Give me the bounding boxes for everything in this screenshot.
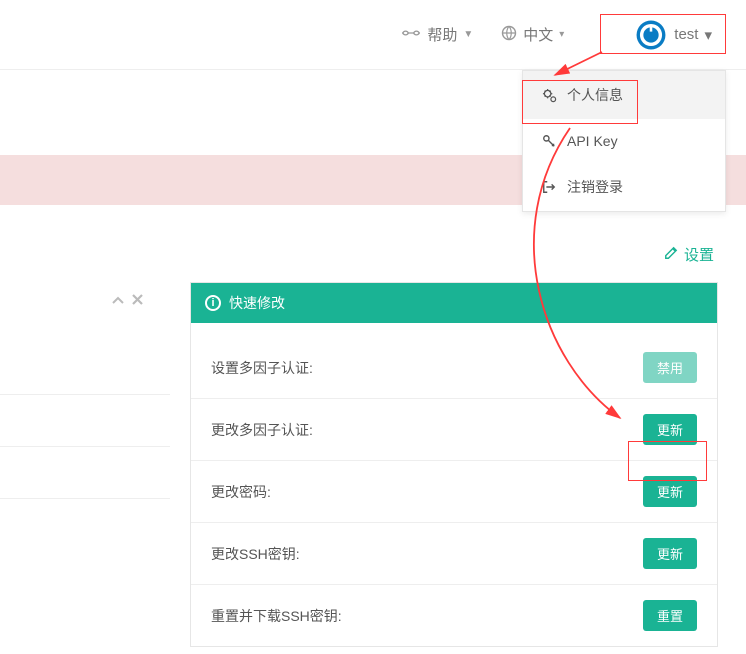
- user-dropdown: 个人信息 API Key 注销登录: [522, 70, 726, 212]
- caret-down-icon: ▾: [704, 26, 712, 44]
- row-mfa-change: 更改多因子认证: 更新: [191, 399, 717, 461]
- row-label: 更改密码:: [211, 482, 271, 502]
- gears-icon: [541, 88, 557, 103]
- settings-label-text: 设置: [684, 244, 714, 265]
- dropdown-item-apikey[interactable]: API Key: [523, 119, 725, 163]
- quick-edit-panel: i 快速修改 设置多因子认证: 禁用 更改多因子认证: 更新 更改密码: 更新 …: [190, 282, 718, 647]
- username-label: test: [674, 26, 698, 43]
- reset-button[interactable]: 重置: [643, 600, 697, 631]
- top-navbar: 帮助 ▼ 中文 ▾ test ▾: [0, 0, 746, 70]
- disable-button[interactable]: 禁用: [643, 352, 697, 383]
- collapse-icon[interactable]: [112, 292, 124, 309]
- panel-controls: [112, 292, 143, 309]
- dropdown-logout-label: 注销登录: [567, 177, 623, 197]
- row-sshkey: 更改SSH密钥: 更新: [191, 523, 717, 585]
- info-icon: i: [205, 295, 221, 311]
- row-mfa-set: 设置多因子认证: 禁用: [191, 337, 717, 399]
- user-menu[interactable]: test ▾: [630, 16, 716, 54]
- help-label: 帮助: [427, 24, 457, 45]
- panel-title: 快速修改: [229, 293, 285, 313]
- left-list: [0, 343, 170, 499]
- globe-icon: [501, 25, 517, 45]
- key-icon: [541, 134, 557, 148]
- caret-down-icon: ▾: [559, 29, 564, 40]
- row-password: 更改密码: 更新: [191, 461, 717, 523]
- row-label: 设置多因子认证:: [211, 358, 313, 378]
- handshake-icon: [401, 26, 421, 44]
- avatar: [634, 18, 668, 52]
- settings-link[interactable]: 设置: [664, 244, 714, 265]
- dropdown-profile-label: 个人信息: [567, 85, 623, 105]
- dropdown-item-profile[interactable]: 个人信息: [523, 71, 725, 119]
- help-menu[interactable]: 帮助 ▼: [401, 24, 473, 45]
- logout-icon: [541, 180, 557, 194]
- close-icon[interactable]: [132, 292, 143, 309]
- row-sshkey-reset: 重置并下载SSH密钥: 重置: [191, 585, 717, 646]
- row-label: 更改多因子认证:: [211, 420, 313, 440]
- dropdown-api-label: API Key: [567, 133, 618, 149]
- update-password-button[interactable]: 更新: [643, 476, 697, 507]
- dropdown-item-logout[interactable]: 注销登录: [523, 163, 725, 211]
- update-button[interactable]: 更新: [643, 414, 697, 445]
- row-label: 重置并下载SSH密钥:: [211, 606, 342, 626]
- caret-down-icon: ▼: [463, 29, 473, 40]
- language-label: 中文: [523, 24, 553, 45]
- language-menu[interactable]: 中文 ▾: [501, 24, 564, 45]
- row-label: 更改SSH密钥:: [211, 544, 300, 564]
- panel-header: i 快速修改: [191, 283, 717, 323]
- edit-icon: [664, 246, 678, 263]
- update-button[interactable]: 更新: [643, 538, 697, 569]
